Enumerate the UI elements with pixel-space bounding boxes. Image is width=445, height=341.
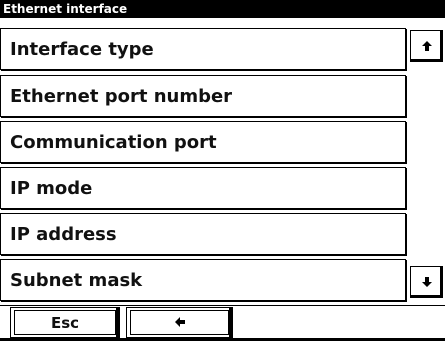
menu-item-communication-port[interactable]: Communication port — [0, 121, 406, 163]
scroll-up-button[interactable] — [410, 30, 443, 62]
back-button[interactable] — [126, 307, 233, 338]
softkey-bar-divider — [0, 305, 445, 306]
menu-item-label: Subnet mask — [10, 269, 143, 291]
menu-item-label: Communication port — [10, 131, 217, 153]
esc-button[interactable]: Esc — [10, 307, 120, 338]
menu-item-label: Ethernet port number — [10, 85, 233, 107]
esc-label: Esc — [50, 313, 80, 332]
menu-item-ip-address[interactable]: IP address — [0, 213, 406, 255]
menu-item-ethernet-port-number[interactable]: Ethernet port number — [0, 75, 406, 117]
menu-item-ip-mode[interactable]: IP mode — [0, 167, 406, 209]
arrow-left-icon — [174, 314, 186, 332]
scroll-down-button[interactable] — [410, 266, 443, 298]
menu-item-interface-type[interactable]: Interface type — [0, 28, 406, 70]
menu-item-label: Interface type — [10, 38, 154, 60]
arrow-down-icon — [421, 273, 433, 292]
menu-list: Interface type Ethernet port number Comm… — [0, 0, 445, 341]
menu-item-subnet-mask[interactable]: Subnet mask — [0, 259, 406, 301]
menu-item-label: IP address — [10, 223, 117, 245]
arrow-up-icon — [421, 37, 433, 56]
menu-item-label: IP mode — [10, 177, 93, 199]
